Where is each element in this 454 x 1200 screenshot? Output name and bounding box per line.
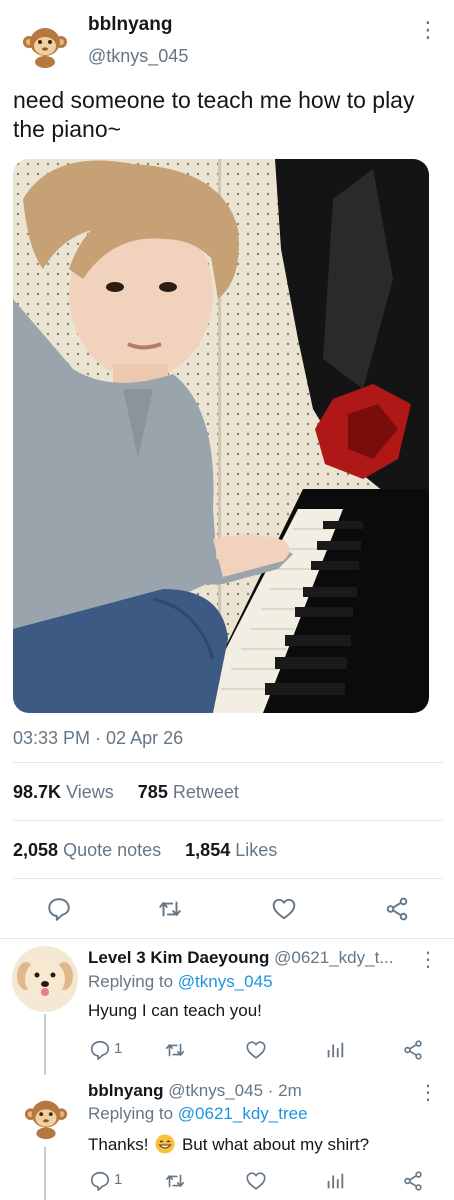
views-count[interactable]: 98.7K	[13, 782, 61, 802]
post-photo[interactable]	[13, 159, 429, 713]
replying-to-mention[interactable]: @tknys_045	[178, 972, 273, 991]
replying-to-prefix: Replying to	[88, 972, 174, 991]
post-timestamp[interactable]: 03:33 PM · 02 Apr 26	[13, 728, 183, 749]
share-icon[interactable]	[402, 1039, 424, 1061]
reply-author-name[interactable]: Level 3 Kim Daeyoung	[88, 948, 269, 967]
author-name[interactable]: bblnyang	[88, 14, 172, 36]
analytics-icon[interactable]	[324, 1170, 346, 1192]
reply-author-handle[interactable]: @tknys_045	[168, 1081, 263, 1100]
retweet-icon[interactable]	[164, 1170, 186, 1192]
like-icon[interactable]	[271, 896, 297, 922]
author-handle[interactable]: @tknys_045	[88, 46, 188, 67]
post-action-bar	[0, 888, 454, 928]
replying-to-prefix: Replying to	[88, 1104, 174, 1123]
post-header: bblnyang @tknys_045 ⋮	[0, 0, 454, 80]
more-options-icon[interactable]: ⋮	[416, 1081, 440, 1105]
reply-author-handle[interactable]: @0621_kdy_t...	[274, 948, 393, 967]
reply-icon[interactable]	[89, 1039, 111, 1061]
reply-avatar-dog[interactable]	[12, 946, 78, 1012]
likes-count[interactable]: 1,854	[185, 840, 230, 860]
grinning-emoji-icon	[155, 1134, 175, 1154]
analytics-icon[interactable]	[324, 1039, 346, 1061]
share-icon[interactable]	[402, 1170, 424, 1192]
views-retweet-stats: 98.7K Views 785 Retweet	[13, 782, 239, 803]
quote-label[interactable]: Quote notes	[63, 840, 161, 860]
reply-author[interactable]: bblnyang @tknys_045 · 2m	[88, 1081, 302, 1101]
views-label[interactable]: Views	[66, 782, 114, 802]
reply-author-name[interactable]: bblnyang	[88, 1081, 164, 1100]
author-avatar[interactable]	[20, 20, 70, 70]
reply-text: Hyung I can teach you!	[88, 1001, 262, 1020]
reply-icon[interactable]	[46, 896, 72, 922]
reply-text: Thanks! But what about my shirt?	[88, 1134, 369, 1155]
retweet-label[interactable]: Retweet	[173, 782, 239, 802]
more-options-icon[interactable]: ⋮	[416, 948, 440, 972]
reply-author[interactable]: Level 3 Kim Daeyoung @0621_kdy_t...	[88, 948, 393, 968]
reply-count: 1	[114, 1171, 123, 1188]
more-options-icon[interactable]: ⋮	[416, 18, 440, 42]
like-icon[interactable]	[245, 1170, 267, 1192]
retweet-count[interactable]: 785	[138, 782, 168, 802]
reply-time[interactable]: · 2m	[268, 1081, 302, 1100]
replying-to: Replying to @0621_kdy_tree	[88, 1104, 308, 1124]
divider	[0, 938, 454, 939]
reply-action-bar: 1	[0, 1036, 454, 1066]
share-icon[interactable]	[384, 896, 410, 922]
quote-count[interactable]: 2,058	[13, 840, 58, 860]
divider	[13, 878, 443, 879]
retweet-icon[interactable]	[157, 896, 183, 922]
replying-to: Replying to @tknys_045	[88, 972, 273, 992]
reply-text-end: But what about my shirt?	[181, 1135, 370, 1154]
reply-action-bar: 1	[0, 1167, 454, 1197]
reply-item[interactable]: bblnyang @tknys_045 · 2m ⋮ Replying to @…	[0, 1075, 454, 1200]
reply-text-start: Thanks!	[88, 1135, 149, 1154]
reply-item[interactable]: Level 3 Kim Daeyoung @0621_kdy_t... ⋮ Re…	[0, 940, 454, 1075]
post-photo-graphic	[13, 159, 429, 713]
divider	[13, 762, 443, 763]
quotes-likes-stats: 2,058 Quote notes 1,854 Likes	[13, 840, 277, 861]
reply-avatar-monkey[interactable]	[22, 1093, 70, 1141]
replying-to-mention[interactable]: @0621_kdy_tree	[178, 1104, 308, 1123]
retweet-icon[interactable]	[164, 1039, 186, 1061]
divider	[13, 820, 443, 821]
likes-label[interactable]: Likes	[235, 840, 277, 860]
reply-count: 1	[114, 1040, 123, 1057]
post-text: need someone to teach me how to play the…	[13, 87, 415, 142]
like-icon[interactable]	[245, 1039, 267, 1061]
reply-icon[interactable]	[89, 1170, 111, 1192]
